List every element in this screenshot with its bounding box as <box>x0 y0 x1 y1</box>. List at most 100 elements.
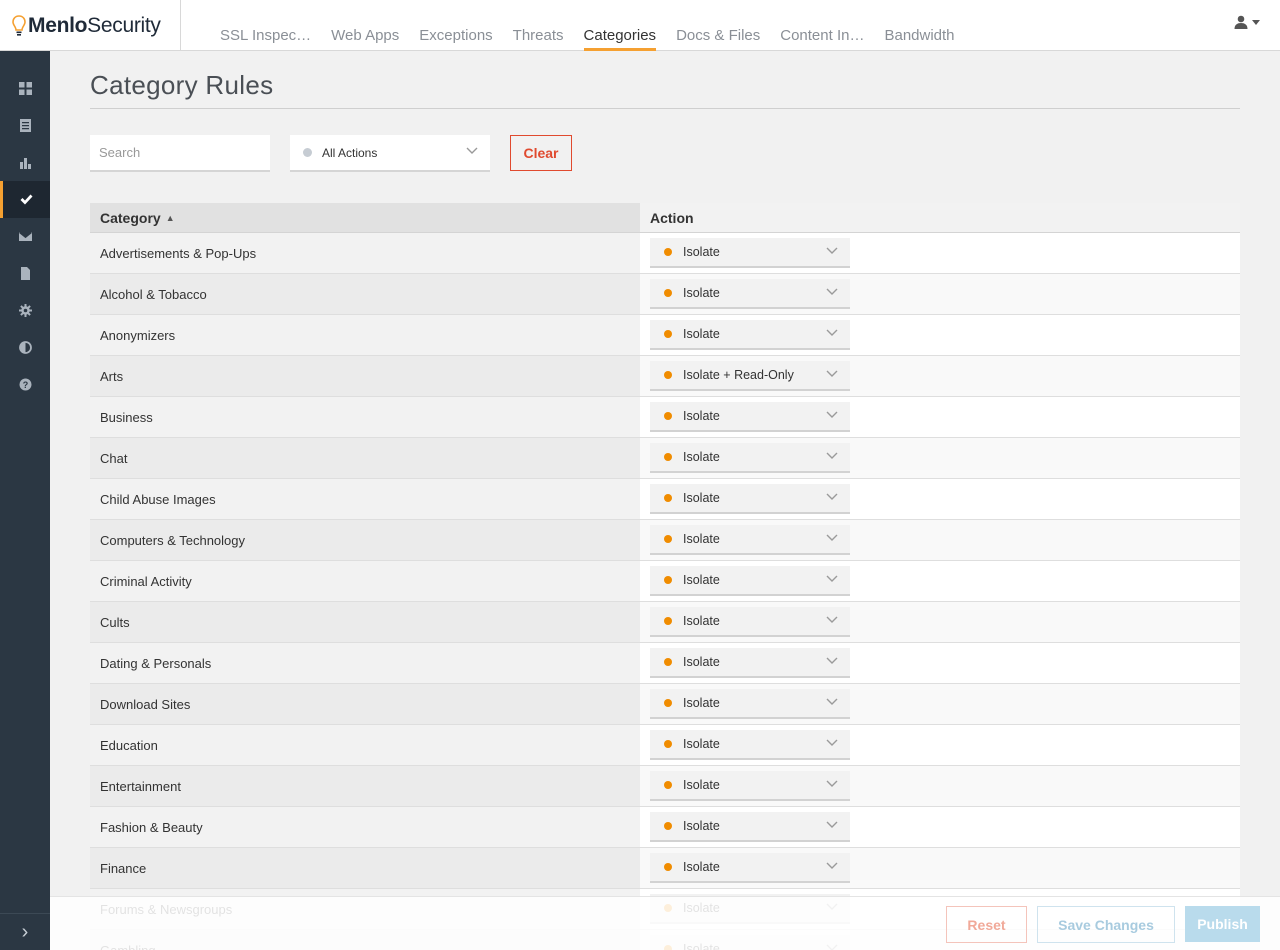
chevron-down-icon <box>826 698 838 705</box>
action-cell: Isolate <box>640 766 1240 806</box>
chevron-down-icon <box>826 493 838 500</box>
tab-exceptions[interactable]: Exceptions <box>409 0 502 51</box>
user-menu[interactable] <box>1234 15 1260 29</box>
category-name: Computers & Technology <box>90 520 640 560</box>
action-value: Isolate <box>683 860 720 874</box>
action-select[interactable]: Isolate <box>650 402 850 432</box>
action-filter-select[interactable]: All Actions <box>290 135 490 172</box>
tab-content-in[interactable]: Content In… <box>770 0 874 51</box>
sidebar-item-help[interactable]: ? <box>0 366 50 403</box>
clear-button[interactable]: Clear <box>510 135 572 171</box>
action-select[interactable]: Isolate <box>650 279 850 309</box>
action-cell: Isolate <box>640 397 1240 437</box>
category-name: Advertisements & Pop-Ups <box>90 233 640 273</box>
action-cell: Isolate <box>640 602 1240 642</box>
reports-chart-icon <box>19 158 31 169</box>
title-divider <box>90 108 1240 109</box>
action-cell: Isolate <box>640 315 1240 355</box>
action-cell: Isolate + Read-Only <box>640 356 1240 396</box>
action-status-dot <box>664 248 672 256</box>
action-value: Isolate <box>683 491 720 505</box>
action-status-dot <box>664 535 672 543</box>
user-icon <box>1234 15 1248 29</box>
table-row: Cults Isolate <box>90 602 1240 643</box>
action-select[interactable]: Isolate <box>650 443 850 473</box>
action-select[interactable]: Isolate <box>650 566 850 596</box>
tab-threats[interactable]: Threats <box>503 0 574 51</box>
category-name: Finance <box>90 848 640 888</box>
action-select[interactable]: Isolate <box>650 607 850 637</box>
sidebar-item-settings-gear[interactable] <box>0 292 50 329</box>
table-row: Chat Isolate <box>90 438 1240 479</box>
tab-web-apps[interactable]: Web Apps <box>321 0 409 51</box>
tab-categories[interactable]: Categories <box>574 0 667 51</box>
action-select[interactable]: Isolate <box>650 238 850 268</box>
category-name: Entertainment <box>90 766 640 806</box>
sidebar-expand-toggle[interactable]: › <box>0 913 50 950</box>
sort-ascending-icon: ▲ <box>165 212 175 223</box>
table-row: Fashion & Beauty Isolate <box>90 807 1240 848</box>
table-row: Dating & Personals Isolate <box>90 643 1240 684</box>
publish-button[interactable]: Publish <box>1185 906 1260 942</box>
action-select[interactable]: Isolate <box>650 812 850 842</box>
category-rules-table: Category ▲ Action Advertisements & Pop-U… <box>90 203 1240 950</box>
action-select[interactable]: Isolate <box>650 730 850 760</box>
sidebar-item-document[interactable] <box>0 255 50 292</box>
reset-button[interactable]: Reset <box>946 906 1027 943</box>
action-status-dot <box>664 289 672 297</box>
sidebar-item-mail[interactable] <box>0 218 50 255</box>
action-select[interactable]: Isolate <box>650 648 850 678</box>
category-name: Business <box>90 397 640 437</box>
table-row: Computers & Technology Isolate <box>90 520 1240 561</box>
action-value: Isolate <box>683 614 720 628</box>
table-row: Entertainment Isolate <box>90 766 1240 807</box>
svg-text:?: ? <box>22 380 28 390</box>
action-select[interactable]: Isolate + Read-Only <box>650 361 850 391</box>
action-status-dot <box>664 740 672 748</box>
chevron-down-icon <box>826 534 838 541</box>
action-cell: Isolate <box>640 643 1240 683</box>
action-cell: Isolate <box>640 848 1240 888</box>
action-filter-value: All Actions <box>322 145 378 160</box>
column-header-action: Action <box>640 203 1240 232</box>
chevron-down-icon <box>826 575 838 582</box>
action-select[interactable]: Isolate <box>650 320 850 350</box>
action-status-dot <box>664 576 672 584</box>
sidebar-item-reports-chart[interactable] <box>0 144 50 181</box>
sidebar-item-policy-check[interactable] <box>0 181 50 218</box>
logs-list-icon <box>19 119 31 132</box>
action-value: Isolate <box>683 327 720 341</box>
action-value: Isolate <box>683 409 720 423</box>
action-select[interactable]: Isolate <box>650 853 850 883</box>
action-value: Isolate + Read-Only <box>683 368 794 382</box>
chevron-right-icon: › <box>21 920 29 943</box>
tab-docs-files[interactable]: Docs & Files <box>666 0 770 51</box>
document-icon <box>20 267 30 280</box>
tab-bandwidth[interactable]: Bandwidth <box>874 0 964 51</box>
action-value: Isolate <box>683 655 720 669</box>
page-title: Category Rules <box>90 70 274 100</box>
sidebar-item-contrast[interactable] <box>0 329 50 366</box>
save-changes-button[interactable]: Save Changes <box>1037 906 1175 943</box>
tab-ssl-inspec[interactable]: SSL Inspec… <box>210 0 321 51</box>
chevron-down-icon <box>826 657 838 664</box>
lightbulb-icon <box>12 14 26 36</box>
search-input[interactable] <box>90 135 270 172</box>
sidebar-item-logs-list[interactable] <box>0 107 50 144</box>
action-select[interactable]: Isolate <box>650 771 850 801</box>
action-select[interactable]: Isolate <box>650 484 850 514</box>
chevron-down-icon <box>826 411 838 418</box>
category-name: Education <box>90 725 640 765</box>
category-name: Arts <box>90 356 640 396</box>
column-header-category[interactable]: Category ▲ <box>90 203 640 232</box>
action-value: Isolate <box>683 819 720 833</box>
action-select[interactable]: Isolate <box>650 525 850 555</box>
help-icon: ? <box>19 378 31 391</box>
table-row: Finance Isolate <box>90 848 1240 889</box>
sidebar-item-dashboard-grid[interactable] <box>0 70 50 107</box>
table-row: Advertisements & Pop-Ups Isolate <box>90 233 1240 274</box>
action-select[interactable]: Isolate <box>650 689 850 719</box>
category-name: Fashion & Beauty <box>90 807 640 847</box>
logo[interactable]: MenloSecurity <box>0 0 181 51</box>
table-row: Business Isolate <box>90 397 1240 438</box>
